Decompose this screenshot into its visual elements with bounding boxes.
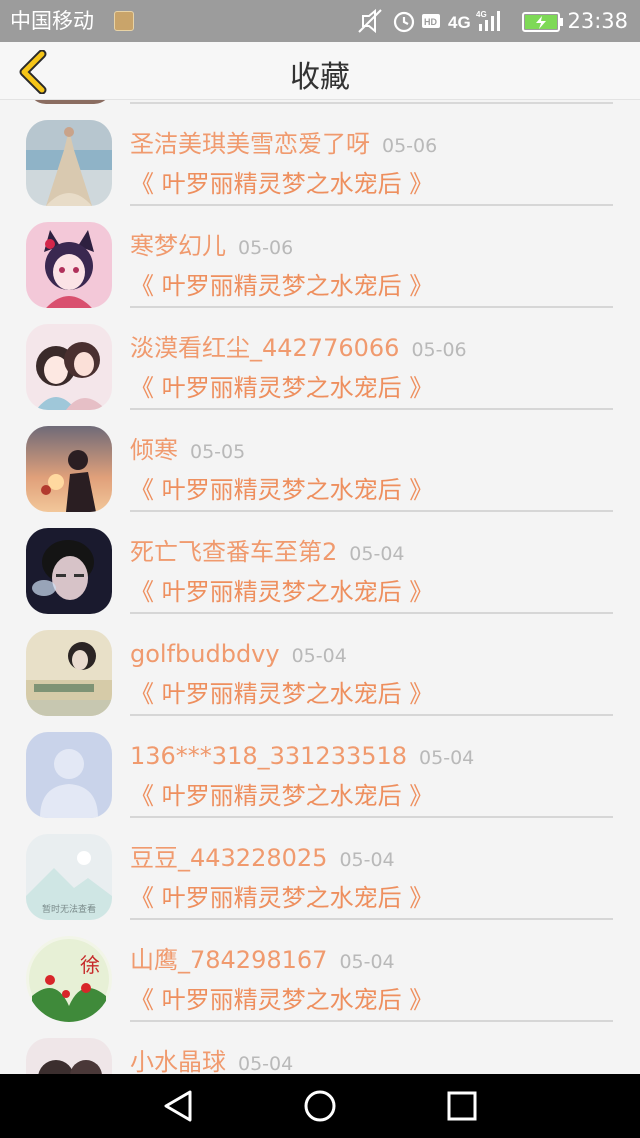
date-label: 05-06: [411, 339, 467, 361]
list-item[interactable]: 死亡飞查番车至第2 05-04 《 叶罗丽精灵梦之水宠后 》: [0, 508, 640, 614]
book-title-link[interactable]: 《 叶罗丽精灵梦之水宠后 》: [130, 168, 433, 200]
user-name: 死亡飞查番车至第2 05-04: [130, 538, 405, 566]
mute-icon: [358, 8, 382, 34]
user-name: golfbudbdvy 05-04: [130, 640, 347, 668]
avatar-anime-cat-girl-image: [26, 222, 112, 308]
system-nav-bar: [0, 1074, 640, 1138]
book-title-link[interactable]: 《 叶罗丽精灵梦之水宠后 》: [130, 984, 433, 1016]
signal-icon: 4G: [476, 10, 500, 31]
avatar-sunset-silhouette-image: [26, 426, 112, 512]
list-item[interactable]: 小水晶球 05-04: [0, 1018, 640, 1074]
book-title-link[interactable]: 《 叶罗丽精灵梦之水宠后 》: [130, 270, 433, 302]
page-title: 收藏: [290, 60, 350, 95]
avatar[interactable]: [26, 528, 112, 614]
network-4g-icon: 4G: [448, 13, 471, 32]
avatar-flower-calligraphy-image: 徐: [26, 936, 112, 1022]
avatar-caption: 徐: [80, 953, 100, 977]
avatar[interactable]: [26, 1038, 112, 1074]
user-name: 圣洁美琪美雪恋爱了呀 05-06: [130, 130, 438, 158]
list-item[interactable]: 倾寒 05-05 《 叶罗丽精灵梦之水宠后 》: [0, 406, 640, 512]
list-item[interactable]: 136***318_331233518 05-04 《 叶罗丽精灵梦之水宠后 》: [0, 712, 640, 818]
book-title-link[interactable]: 《 叶罗丽精灵梦之水宠后 》: [130, 780, 433, 812]
app-header: 收藏: [0, 42, 640, 100]
date-label: 05-05: [190, 441, 246, 463]
book-title-link[interactable]: 《 叶罗丽精灵梦之水宠后 》: [130, 576, 433, 608]
avatar[interactable]: 徐: [26, 936, 112, 1022]
avatar-boy-portrait-image: [26, 528, 112, 614]
status-icons: HD 4G 4G: [358, 8, 500, 34]
book-title-link[interactable]: 《 叶罗丽精灵梦之水宠后 》: [130, 678, 433, 710]
user-name: 寒梦幻儿 05-06: [130, 232, 294, 260]
battery-icon: [522, 12, 563, 32]
avatar[interactable]: [26, 732, 112, 818]
date-label: 05-04: [419, 747, 475, 769]
avatar[interactable]: [26, 324, 112, 410]
alarm-icon: [393, 11, 415, 33]
list-item[interactable]: 淡漠看红尘_442776066 05-06 《 叶罗丽精灵梦之水宠后 》: [0, 304, 640, 410]
book-title-link[interactable]: 《 叶罗丽精灵梦之水宠后 》: [130, 882, 433, 914]
book-title-link[interactable]: 《 叶罗丽精灵梦之水宠后 》: [130, 372, 433, 404]
user-name: 倾寒 05-05: [130, 436, 246, 464]
favorites-list[interactable]: 圣洁美琪美雪恋爱了呀 05-06 《 叶罗丽精灵梦之水宠后 》 寒梦幻儿 05-06…: [0, 100, 640, 1074]
image-unavailable-icon: 暂时无法查看: [26, 834, 112, 920]
user-name: 小水晶球 05-04: [130, 1048, 294, 1074]
user-name: 山鹰_784298167 05-04: [130, 946, 395, 974]
date-label: 05-04: [291, 645, 347, 667]
list-item[interactable]: golfbudbdvy 05-04 《 叶罗丽精灵梦之水宠后 》: [0, 610, 640, 716]
gallery-notification-icon: [114, 11, 134, 31]
svg-text:4G: 4G: [476, 10, 487, 19]
avatar[interactable]: [26, 120, 112, 206]
avatar[interactable]: 暂时无法查看: [26, 834, 112, 920]
home-circle-icon[interactable]: [302, 1088, 338, 1124]
avatar[interactable]: [26, 222, 112, 308]
svg-text:HD: HD: [424, 17, 437, 27]
avatar-wedding-dress-image: [26, 120, 112, 206]
hd-icon: HD: [422, 14, 440, 28]
date-label: 05-04: [238, 1053, 294, 1074]
list-item[interactable]: 寒梦幻儿 05-06 《 叶罗丽精灵梦之水宠后 》: [0, 202, 640, 308]
avatar-anime-couple-image: [26, 324, 112, 410]
list-item[interactable]: 圣洁美琪美雪恋爱了呀 05-06 《 叶罗丽精灵梦之水宠后 》: [0, 100, 640, 206]
date-label: 05-06: [238, 237, 294, 259]
avatar-caption: 暂时无法查看: [42, 903, 96, 915]
recents-square-icon[interactable]: [444, 1088, 480, 1124]
date-label: 05-04: [339, 951, 395, 973]
default-person-icon: [26, 732, 112, 818]
avatar-partial-image: [26, 1038, 112, 1074]
date-label: 05-06: [382, 135, 438, 157]
book-title-link[interactable]: 《 叶罗丽精灵梦之水宠后 》: [130, 474, 433, 506]
avatar[interactable]: [26, 630, 112, 716]
avatar[interactable]: [26, 426, 112, 512]
list-item[interactable]: 暂时无法查看 豆豆_443228025 05-04 《 叶罗丽精灵梦之水宠后 》: [0, 814, 640, 920]
avatar-girl-text-photo-image: [26, 630, 112, 716]
date-label: 05-04: [339, 849, 395, 871]
clock: 23:38: [567, 9, 628, 33]
date-label: 05-04: [349, 543, 405, 565]
back-triangle-icon[interactable]: [160, 1088, 196, 1124]
status-bar: 中国移动 HD 4G 4G 23:38: [0, 0, 640, 42]
user-name: 136***318_331233518 05-04: [130, 742, 475, 770]
user-name: 淡漠看红尘_442776066 05-06: [130, 334, 467, 362]
list-item[interactable]: 徐 山鹰_784298167 05-04 《 叶罗丽精灵梦之水宠后 》: [0, 916, 640, 1022]
carrier-label: 中国移动: [10, 9, 94, 33]
user-name: 豆豆_443228025 05-04: [130, 844, 395, 872]
